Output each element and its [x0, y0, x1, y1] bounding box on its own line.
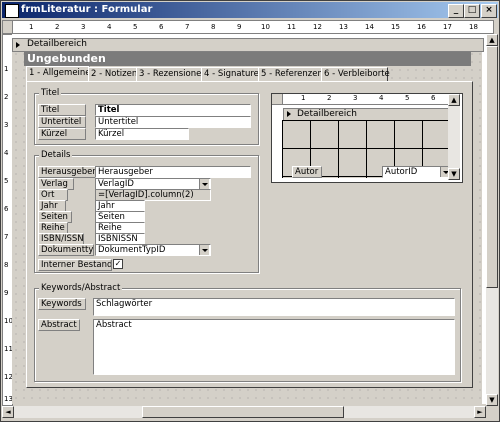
ruler-tick: 14 [365, 23, 374, 31]
ruler-tick: 15 [391, 23, 400, 31]
herausgeber-label[interactable]: Herausgeber/Ki [38, 166, 96, 178]
scroll-down-icon[interactable]: ▼ [448, 168, 460, 180]
subform-section-label: Detailbereich [297, 109, 357, 119]
minimize-button[interactable]: _ [448, 4, 464, 18]
form-header-label[interactable]: Ungebunden [24, 52, 471, 66]
scroll-up-icon[interactable]: ▲ [448, 94, 460, 106]
ruler-tick: 18 [469, 23, 478, 31]
section-label: Detailbereich [27, 39, 87, 49]
ruler-tick: 1 [29, 23, 34, 31]
verlag-dropdown-icon[interactable] [199, 179, 209, 189]
autor-label[interactable]: Autor [292, 166, 322, 178]
keywords-field[interactable]: Schlagwörter [93, 298, 455, 316]
scroll-thumb[interactable] [486, 46, 498, 288]
form-icon [5, 4, 19, 18]
title-bar[interactable]: frmLiteratur : Formular _ □ × [2, 2, 498, 18]
titel-label[interactable]: Titel [38, 104, 86, 116]
ruler-tick: 5 [133, 23, 138, 31]
untertitel-label[interactable]: Untertitel [38, 116, 86, 128]
scroll-up-icon[interactable]: ▲ [486, 34, 498, 46]
ruler-tick: 3 [353, 94, 358, 102]
close-button[interactable]: × [481, 4, 497, 18]
horizontal-scrollbar[interactable]: ◄ ► [2, 406, 486, 418]
ruler-tick: 2 [55, 23, 60, 31]
tab-notizen[interactable]: 2 - Notizen [88, 67, 138, 82]
keywords-label[interactable]: Keywords [38, 298, 86, 310]
dokumenttyp-combo[interactable]: DokumentTypID [95, 244, 211, 256]
maximize-button[interactable]: □ [464, 4, 480, 18]
ruler-tick: 2 [4, 93, 9, 101]
window-title: frmLiteratur : Formular [21, 4, 153, 15]
ruler-tick: 6 [431, 94, 436, 102]
ruler-tick: 13 [339, 23, 348, 31]
tab-rezensionen[interactable]: 3 - Rezensionen [136, 67, 207, 82]
ruler-tick: 9 [4, 289, 9, 297]
scroll-down-icon[interactable]: ▼ [486, 394, 498, 406]
abstract-label[interactable]: Abstract [38, 319, 80, 331]
ruler-tick: 3 [81, 23, 86, 31]
vertical-scrollbar[interactable]: ▲ ▼ [486, 34, 498, 406]
ruler-tick: 9 [237, 23, 242, 31]
ruler-tick: 7 [185, 23, 190, 31]
ruler-tick: 4 [379, 94, 384, 102]
ruler-tick: 3 [4, 121, 9, 129]
ruler-tick: 11 [287, 23, 296, 31]
ruler-tick: 16 [417, 23, 426, 31]
ruler-tick: 1 [301, 94, 306, 102]
ruler-tick: 4 [4, 149, 9, 157]
titel-frame-label: Titel [39, 88, 62, 98]
details-frame-label: Details [39, 150, 73, 160]
scroll-right-icon[interactable]: ► [474, 406, 486, 418]
ruler-tick: 5 [405, 94, 410, 102]
ruler-tick: 4 [107, 23, 112, 31]
kuerzel-label[interactable]: Kürzel [38, 128, 86, 140]
interner-bestand-checkbox[interactable]: ✓ [113, 259, 123, 269]
ruler-tick: 2 [327, 94, 332, 102]
ruler-tick: 1 [4, 65, 9, 73]
dokumenttyp-label[interactable]: Dokumenttyp [38, 244, 94, 256]
ruler-tick: 12 [313, 23, 322, 31]
ruler-tick: 5 [4, 177, 9, 185]
titel-field[interactable]: Titel [95, 104, 251, 116]
scroll-left-icon[interactable]: ◄ [2, 406, 14, 418]
section-arrow-icon [16, 42, 20, 48]
scroll-thumb[interactable] [142, 406, 344, 418]
tab-referenzen[interactable]: 5 - Referenzen [258, 67, 325, 82]
ruler-tick: 7 [4, 233, 9, 241]
form-window: frmLiteratur : Formular _ □ × 1 2 3 4 5 … [0, 0, 500, 422]
dokumenttyp-dropdown-icon[interactable] [199, 245, 209, 255]
ruler-tick: 6 [4, 205, 9, 213]
ruler-tick: 6 [159, 23, 164, 31]
subform-ruler-corner [272, 94, 283, 105]
herausgeber-field[interactable]: Herausgeber [95, 166, 251, 178]
keywords-frame-label: Keywords/Abstract [39, 283, 123, 293]
ruler-tick: 8 [4, 261, 9, 269]
autor-subform[interactable]: 1 2 3 4 5 6 Detailbereich Autor AutorID … [271, 93, 463, 183]
interner-bestand-label[interactable]: Interner Bestand? [38, 259, 112, 271]
horizontal-ruler: 1 2 3 4 5 6 7 8 9 10 11 12 13 14 15 16 1… [12, 20, 494, 34]
tab-signaturen[interactable]: 4 - Signaturen [201, 67, 264, 82]
section-bar-detail[interactable]: Detailbereich [12, 38, 484, 52]
subform-vscroll[interactable]: ▲ ▼ [448, 94, 460, 180]
section-arrow-icon [287, 111, 291, 117]
kuerzel-field[interactable]: Kürzel [95, 128, 189, 140]
ruler-tick: 8 [211, 23, 216, 31]
tab-verbleiborte[interactable]: 6 - Verbleiborte [321, 67, 390, 82]
ruler-tick: 10 [261, 23, 270, 31]
subform-ruler: 1 2 3 4 5 6 [283, 94, 448, 105]
abstract-field[interactable]: Abstract [93, 319, 455, 375]
untertitel-field[interactable]: Untertitel [95, 116, 251, 128]
ruler-tick: 17 [443, 23, 452, 31]
